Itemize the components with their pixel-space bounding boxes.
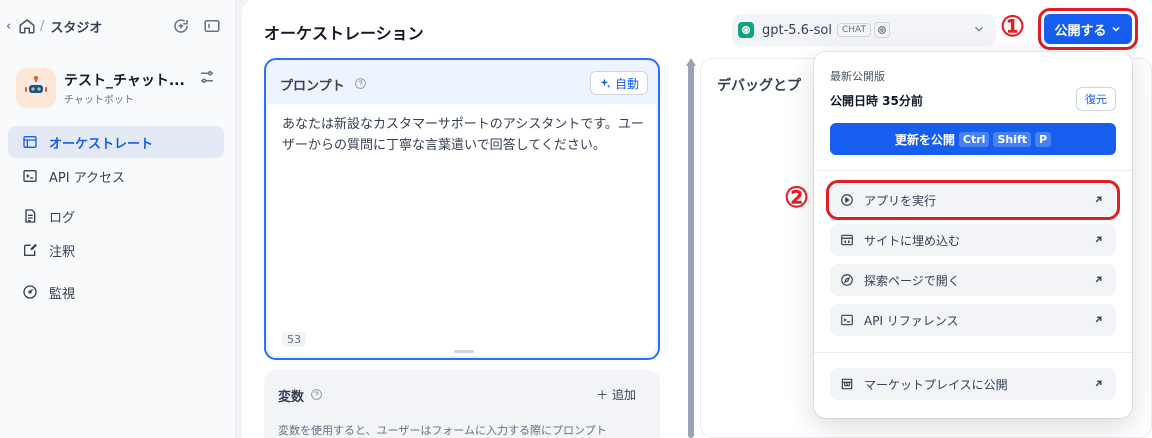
- chevron-down-icon: [1111, 26, 1120, 32]
- variables-title: 変数: [278, 390, 305, 405]
- vision-icon: [874, 22, 891, 38]
- chevron-left-icon[interactable]: ‹: [6, 19, 18, 34]
- marketplace-publish-item[interactable]: マーケットプレイスに公開: [830, 368, 1116, 400]
- compass-icon: [841, 274, 853, 286]
- dropdown-item-label: API リファレンス: [864, 313, 959, 328]
- page-title: オーケストレーション: [264, 24, 424, 43]
- store-icon: [841, 378, 853, 390]
- gauge-icon: [23, 285, 37, 299]
- app-card[interactable]: テスト_チャット... チャットボット: [16, 66, 226, 108]
- external-arrow-icon: [1095, 380, 1102, 387]
- external-arrow-icon: [1095, 196, 1102, 203]
- sliders-icon[interactable]: [198, 68, 216, 86]
- divider: [814, 170, 1132, 171]
- prompt-editor[interactable]: あなたは新設なカスタマーサポートのアシスタントです。ユーザーからの質問に丁寧な言…: [268, 104, 656, 356]
- annotation-edit-icon: [24, 243, 37, 256]
- document-list-icon: [25, 209, 36, 223]
- variables-description: 変数を使用すると、ユーザーはフォームに入力する際にプロンプト: [278, 424, 607, 437]
- dropdown-item-label: マーケットプレイスに公開: [864, 377, 1008, 392]
- variables-panel: 変数 ＋ 追加 変数を使用すると、ユーザーはフォームに入力する際にプロンプト: [264, 370, 660, 438]
- resize-handle[interactable]: [454, 350, 474, 353]
- auto-generate-button[interactable]: 自動: [589, 71, 648, 95]
- help-circle-icon[interactable]: [354, 77, 367, 90]
- prompt-text[interactable]: あなたは新設なカスタマーサポートのアシスタントです。ユーザーからの質問に丁寧な言…: [282, 114, 644, 156]
- prompt-panel: プロンプト 自動 あなたは新設なカスタマーサポートのアシスタントです。ユーザーか…: [264, 58, 660, 360]
- sidebar-item-orchestrate[interactable]: オーケストレート: [8, 126, 224, 158]
- shortcut-key: Shift: [993, 131, 1032, 147]
- breadcrumb-studio[interactable]: スタジオ: [50, 17, 102, 36]
- terminal-icon: [841, 314, 853, 326]
- annotation-marker-1: ①: [1000, 10, 1026, 43]
- sidebar-item-label: API アクセス: [49, 170, 126, 186]
- sidebar-item-label: ログ: [49, 210, 76, 226]
- sidebar-item-annotations[interactable]: 注釈: [8, 234, 224, 266]
- publish-button-label: 公開する: [1054, 23, 1107, 39]
- sidebar-item-api-access[interactable]: API アクセス: [8, 160, 224, 192]
- debug-title: デバッグとプ: [717, 78, 801, 94]
- shortcut-key: Ctrl: [958, 131, 990, 147]
- openai-logo-icon: [738, 22, 754, 38]
- embed-icon: [841, 234, 853, 246]
- publish-update-button[interactable]: 更新を公開 Ctrl Shift P: [830, 123, 1116, 155]
- sidebar-collapse-icon[interactable]: [203, 17, 221, 35]
- run-app-item[interactable]: アプリを実行: [826, 180, 1120, 220]
- model-mode-badge: CHAT: [837, 23, 872, 37]
- robot-avatar-icon: [16, 68, 56, 108]
- auto-generate-label: 自動: [614, 76, 639, 91]
- external-arrow-icon: [1095, 316, 1102, 323]
- window-icon: [23, 136, 37, 148]
- plus-icon: ＋: [596, 388, 612, 402]
- divider: [814, 352, 1132, 353]
- sidebar-item-label: 監視: [49, 286, 76, 302]
- annotation-marker-2: ②: [784, 181, 810, 214]
- sidebar: ‹ / スタジオ テスト_チャット... チャットボット オーケストレート AP…: [0, 0, 236, 438]
- panel-resize-scrollbar[interactable]: [688, 62, 694, 438]
- breadcrumb-separator: /: [40, 18, 45, 34]
- sidebar-item-label: 注釈: [49, 244, 76, 260]
- publish-update-label: 更新を公開: [894, 132, 955, 147]
- dropdown-item-label: アプリを実行: [864, 193, 937, 208]
- help-circle-icon[interactable]: [310, 388, 323, 401]
- terminal-icon: [23, 170, 37, 182]
- prompt-title: プロンプト: [280, 79, 345, 94]
- dropdown-item-label: サイトに埋め込む: [864, 233, 961, 248]
- model-name: gpt-5.6-sol: [762, 22, 832, 38]
- sidebar-item-logs[interactable]: ログ: [8, 200, 224, 232]
- restore-button[interactable]: 復元: [1076, 87, 1116, 111]
- publish-button[interactable]: 公開する: [1038, 8, 1138, 50]
- publish-dropdown: 最新公開版 公開日時 35分前 復元 更新を公開 Ctrl Shift P アプ…: [814, 52, 1132, 418]
- sidebar-item-monitoring[interactable]: 監視: [8, 276, 224, 308]
- api-reference-item[interactable]: API リファレンス: [830, 304, 1116, 336]
- add-variable-button[interactable]: ＋ 追加: [596, 386, 636, 403]
- app-name: テスト_チャット...: [64, 73, 185, 89]
- published-time: 公開日時 35分前: [830, 94, 923, 108]
- character-count: 53: [282, 332, 306, 347]
- dropdown-item-label: 探索ページで開く: [864, 273, 960, 288]
- app-type: チャットボット: [64, 95, 134, 106]
- sidebar-header: ‹ / スタジオ: [0, 14, 236, 38]
- add-variable-label: 追加: [611, 388, 636, 402]
- shortcut-key: P: [1035, 131, 1052, 147]
- embed-site-item[interactable]: サイトに埋め込む: [830, 224, 1116, 256]
- latest-version-label: 最新公開版: [830, 70, 885, 83]
- play-circle-icon: [841, 194, 853, 206]
- chevron-down-icon: [975, 26, 983, 32]
- external-arrow-icon: [1095, 236, 1102, 243]
- explore-page-item[interactable]: 探索ページで開く: [830, 264, 1116, 296]
- sparkle-icon: [600, 78, 611, 88]
- model-selector[interactable]: gpt-5.6-sol CHAT: [732, 14, 996, 46]
- sidebar-item-label: オーケストレート: [49, 136, 154, 152]
- external-arrow-icon: [1095, 276, 1102, 283]
- refresh-chat-icon[interactable]: [172, 17, 190, 35]
- home-icon[interactable]: [18, 17, 36, 35]
